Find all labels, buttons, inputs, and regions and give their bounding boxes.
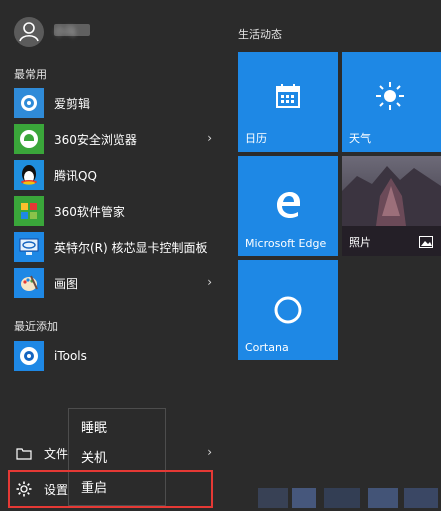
power-sleep[interactable]: 睡眠 — [69, 411, 165, 441]
highlight-annotation — [8, 470, 213, 508]
most-used-label: 最常用 — [14, 68, 47, 81]
user-avatar[interactable] — [14, 17, 44, 47]
chevron-right-icon[interactable]: › — [207, 131, 212, 145]
user-name[interactable]: 小马 — [54, 24, 90, 38]
taskbar-blur — [292, 488, 316, 508]
app-label: 画图 — [54, 276, 79, 291]
photo-icon — [419, 236, 433, 248]
app-label: 360软件管家 — [54, 204, 125, 219]
paint-icon — [14, 268, 44, 298]
itools-icon — [14, 341, 44, 371]
chevron-right-icon[interactable]: › — [207, 275, 212, 289]
power-shutdown[interactable]: 关机 — [69, 441, 165, 471]
app-item-intel-graphics[interactable]: 英特尔(R) 核芯显卡控制面板 — [0, 229, 228, 265]
tile-group-title: 生活动态 — [238, 28, 282, 41]
chevron-right-icon[interactable]: › — [207, 445, 212, 459]
app-item-itools[interactable]: iTools — [0, 338, 228, 374]
folder-icon — [14, 443, 34, 463]
cortana-icon — [274, 296, 302, 324]
taskbar-blur — [324, 488, 360, 508]
taskbar-blur — [404, 488, 438, 508]
app-label: 英特尔(R) 核芯显卡控制面板 — [54, 240, 208, 255]
taskbar-blur — [258, 488, 288, 508]
tile-weather[interactable]: 天气 — [342, 52, 441, 152]
aijianji-icon — [14, 88, 44, 118]
edge-icon — [277, 192, 300, 218]
tile-calendar[interactable]: 日历 — [238, 52, 338, 152]
taskbar-blur — [368, 488, 398, 508]
sun-icon — [376, 82, 404, 110]
app-item-paint[interactable]: 画图 › — [0, 265, 228, 301]
tile-label: 照片 — [349, 236, 371, 249]
tile-label: Microsoft Edge — [245, 237, 327, 250]
intel-graphics-icon — [14, 232, 44, 262]
calendar-icon — [276, 84, 300, 108]
app-item-qq[interactable]: 腾讯QQ — [0, 157, 228, 193]
360-browser-icon — [14, 124, 44, 154]
tile-label: 日历 — [245, 132, 267, 145]
app-label: iTools — [54, 349, 87, 363]
tile-photos[interactable]: 照片 — [342, 156, 441, 256]
tile-edge[interactable]: Microsoft Edge — [238, 156, 338, 256]
tile-cortana[interactable]: Cortana — [238, 260, 338, 360]
app-item-360-software[interactable]: 360软件管家 — [0, 193, 228, 229]
tile-label: Cortana — [245, 341, 289, 354]
app-label: 腾讯QQ — [54, 168, 97, 183]
user-icon — [19, 22, 39, 42]
360-software-icon — [14, 196, 44, 226]
app-item-aijianji[interactable]: 爱剪辑 — [0, 85, 228, 121]
app-label: 爱剪辑 — [54, 96, 91, 111]
app-label: 360安全浏览器 — [54, 132, 137, 147]
qq-icon — [14, 160, 44, 190]
app-item-360-browser[interactable]: 360安全浏览器 › — [0, 121, 228, 157]
recently-added-label: 最近添加 — [14, 320, 58, 333]
tile-label: 天气 — [349, 132, 371, 145]
